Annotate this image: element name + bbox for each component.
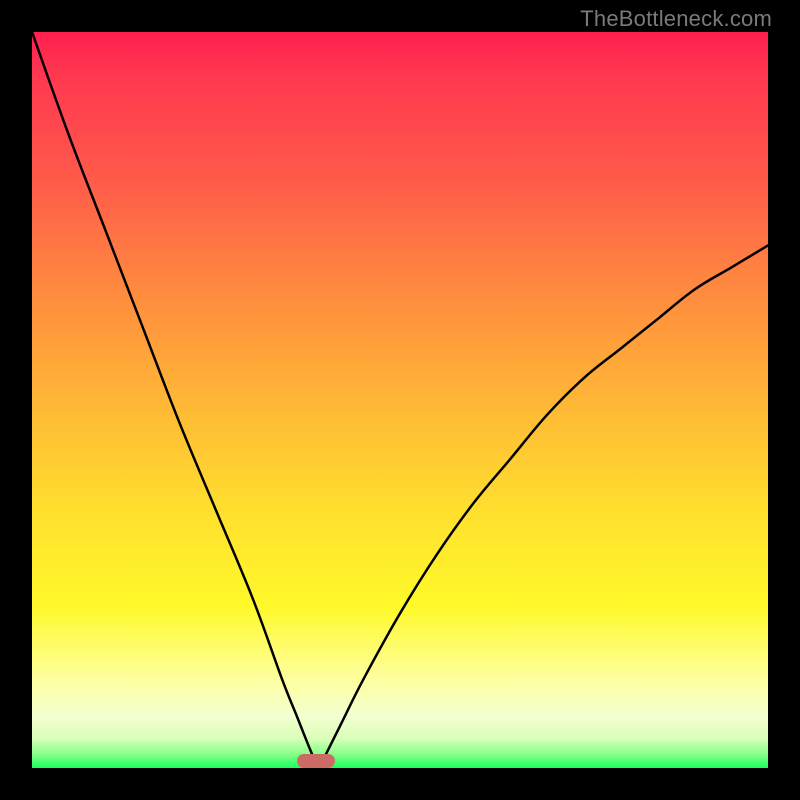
plot-area <box>32 32 768 768</box>
optimal-marker <box>297 754 335 768</box>
chart-frame: TheBottleneck.com <box>0 0 800 800</box>
bottleneck-curve <box>32 32 768 768</box>
watermark-text: TheBottleneck.com <box>580 6 772 32</box>
